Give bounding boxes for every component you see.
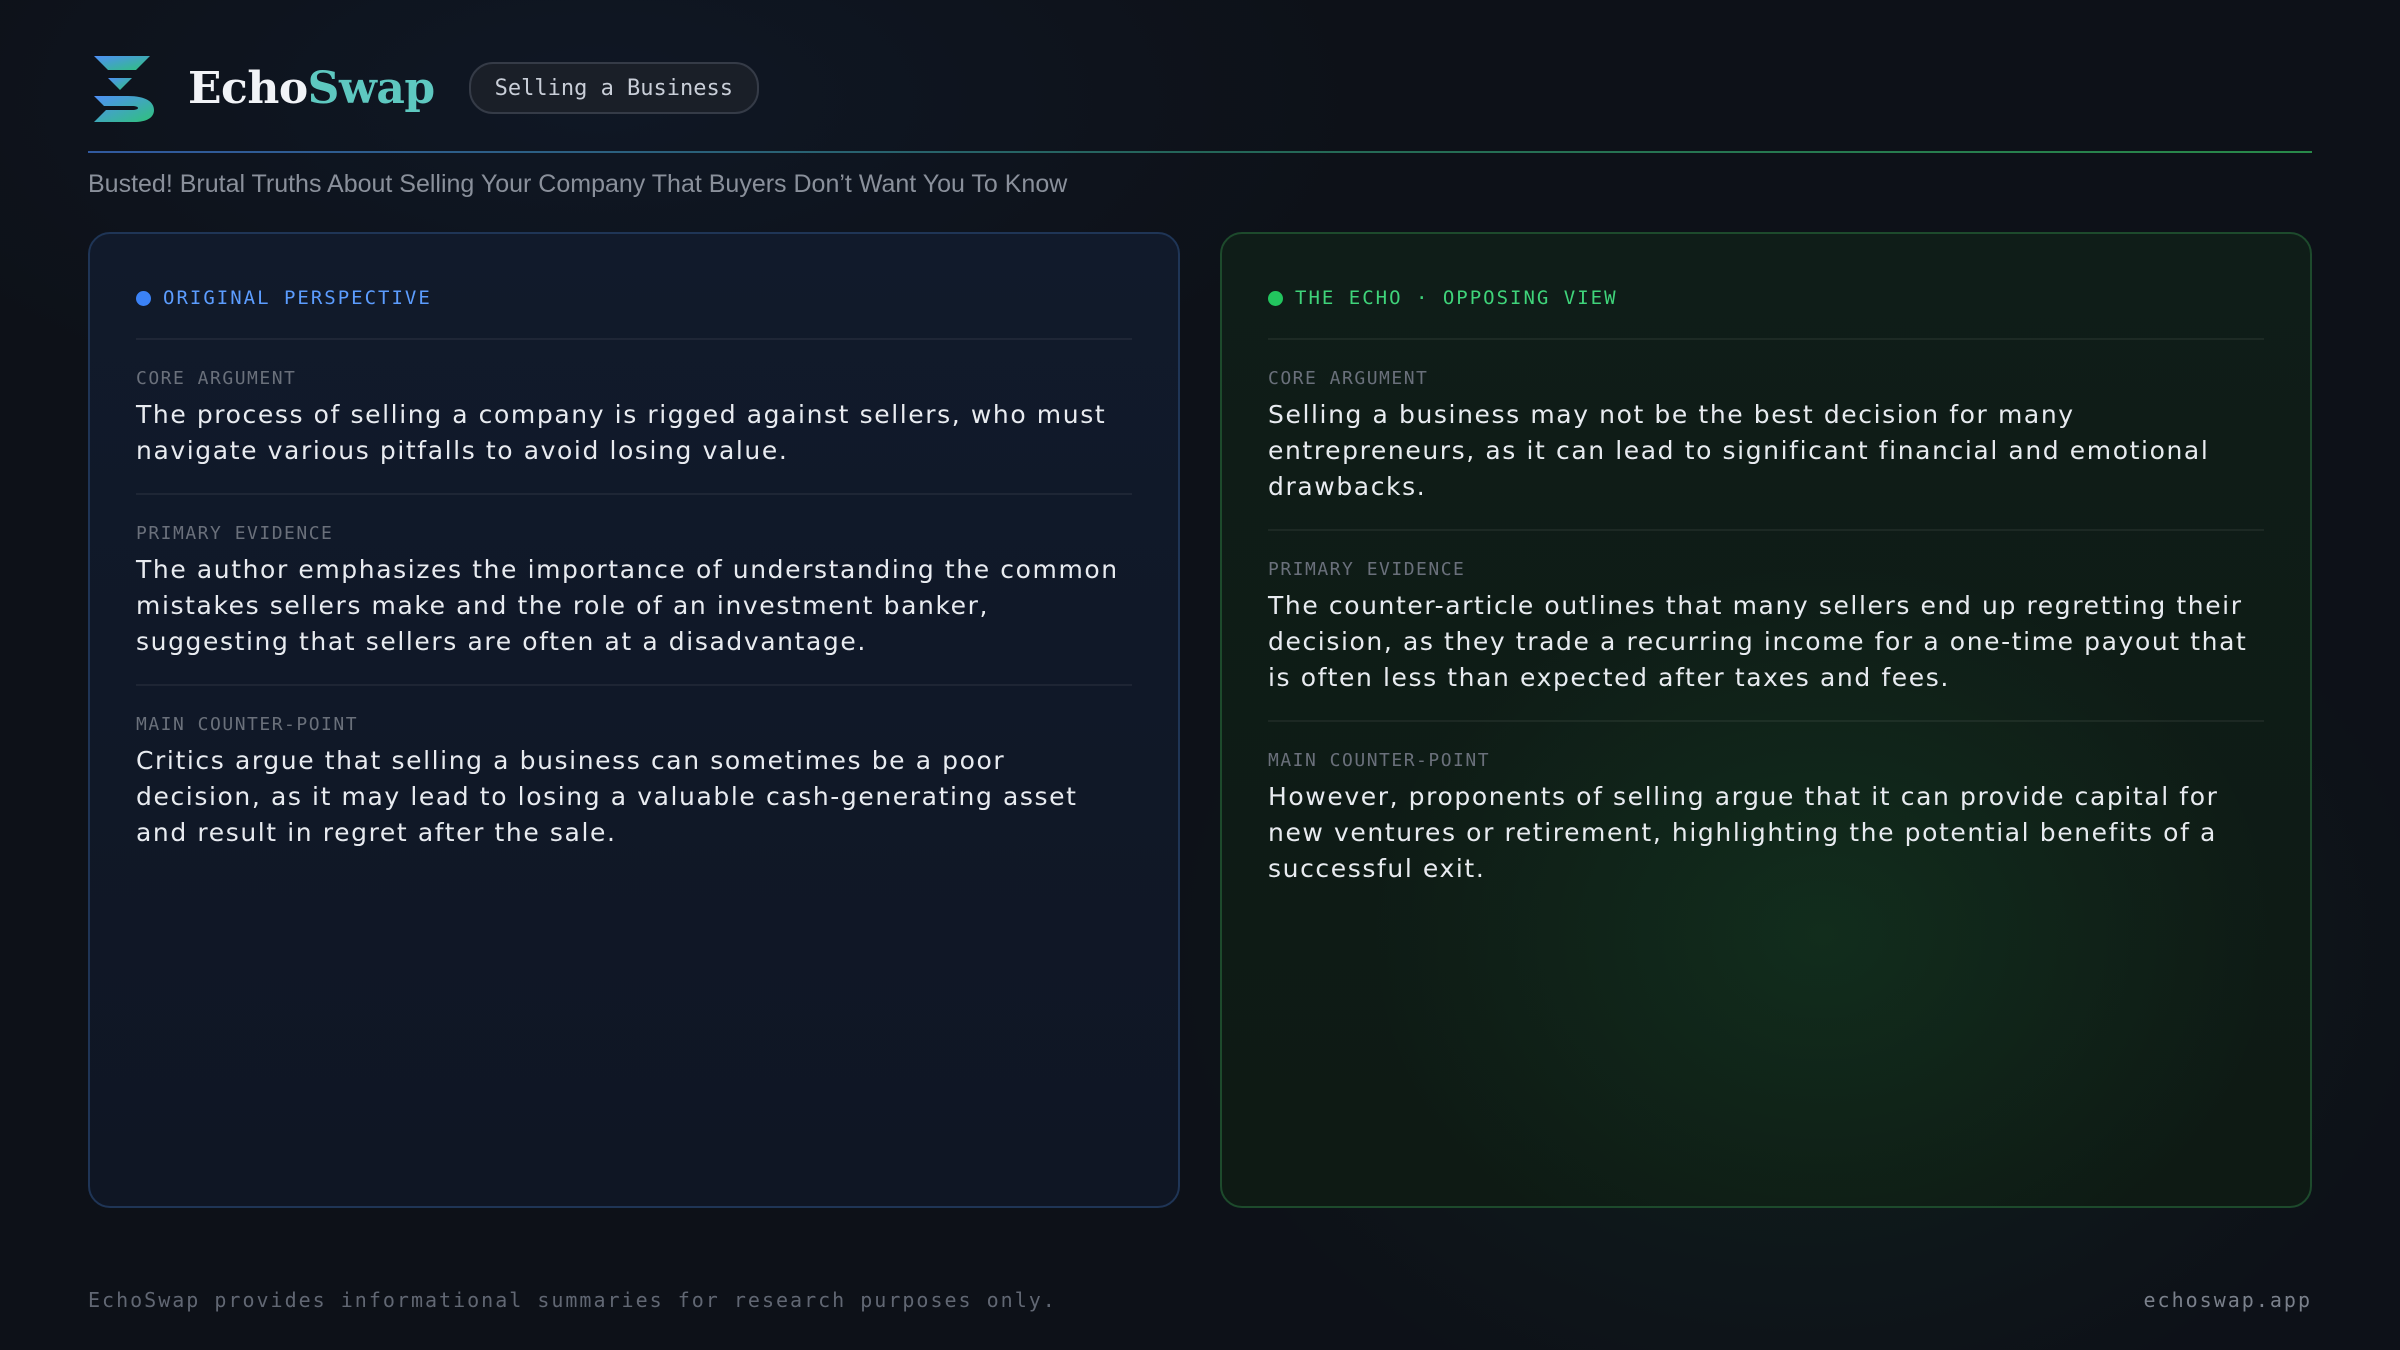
original-core-argument: CORE ARGUMENT The process of selling a c…	[136, 338, 1132, 493]
original-primary-evidence: PRIMARY EVIDENCE The author emphasizes t…	[136, 493, 1132, 684]
section-title: PRIMARY EVIDENCE	[136, 523, 334, 544]
echo-panel-label: THE ECHO · OPPOSING VIEW	[1268, 278, 2264, 318]
echo-primary-evidence: PRIMARY EVIDENCE The counter-article out…	[1268, 529, 2264, 720]
brand-name-echo: Echo	[188, 62, 308, 114]
blue-dot-icon	[136, 290, 151, 306]
topic-badge[interactable]: Selling a Business	[468, 62, 760, 114]
header-divider	[88, 151, 2312, 153]
footer-disclaimer: EchoSwap provides informational summarie…	[88, 1288, 1057, 1312]
section-title: CORE ARGUMENT	[136, 368, 297, 389]
section-text: Critics argue that selling a business ca…	[136, 746, 1078, 847]
echo-main-counter-point: MAIN COUNTER-POINT However, proponents o…	[1268, 720, 2264, 911]
brand-wordmark: EchoSwap	[188, 63, 435, 114]
original-panel-label: ORIGINAL PERSPECTIVE	[136, 278, 1132, 318]
section-title: MAIN COUNTER-POINT	[1268, 750, 1491, 771]
echo-core-argument: CORE ARGUMENT Selling a business may not…	[1268, 338, 2264, 529]
section-title: PRIMARY EVIDENCE	[1268, 559, 1466, 580]
original-panel-label-text: ORIGINAL PERSPECTIVE	[163, 287, 432, 309]
echoswap-logo-icon	[94, 56, 154, 122]
section-text: The author emphasizes the importance of …	[136, 555, 1119, 656]
echo-opposing-view-panel: THE ECHO · OPPOSING VIEW CORE ARGUMENT S…	[1220, 232, 2312, 1208]
article-headline: Busted! Brutal Truths About Selling Your…	[88, 170, 1068, 198]
app-header: EchoSwap Selling a Business	[88, 48, 760, 128]
original-main-counter-point: MAIN COUNTER-POINT Critics argue that se…	[136, 684, 1132, 875]
section-text: However, proponents of selling argue tha…	[1268, 782, 2219, 883]
green-dot-icon	[1268, 290, 1283, 306]
section-text: Selling a business may not be the best d…	[1268, 400, 2210, 501]
footer-site-link[interactable]: echoswap.app	[2144, 1288, 2313, 1312]
section-text: The counter-article outlines that many s…	[1268, 591, 2248, 692]
section-text: The process of selling a company is rigg…	[136, 400, 1107, 465]
section-title: CORE ARGUMENT	[1268, 368, 1429, 389]
section-title: MAIN COUNTER-POINT	[136, 714, 359, 735]
original-perspective-panel: ORIGINAL PERSPECTIVE CORE ARGUMENT The p…	[88, 232, 1180, 1208]
brand-name-swap: Swap	[307, 62, 435, 114]
echo-panel-label-text: THE ECHO · OPPOSING VIEW	[1295, 287, 1618, 309]
